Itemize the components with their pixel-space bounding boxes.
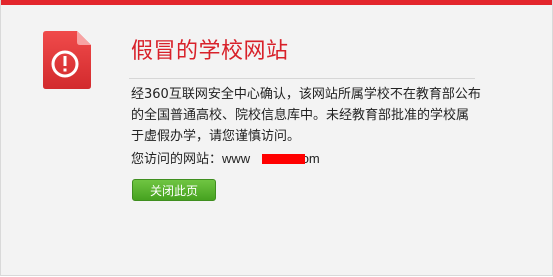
page-title: 假冒的学校网站: [131, 39, 289, 64]
visited-url: www com: [222, 148, 320, 169]
warning-message: 经360互联网安全中心确认，该网站所属学校不在教育部公布的全国普通高校、院校信息…: [131, 87, 481, 144]
url-prefix: www: [222, 151, 251, 166]
warning-document-icon: [43, 31, 91, 89]
title-divider: [129, 78, 475, 79]
visited-url-line: 您访问的网站：www com: [131, 148, 320, 170]
close-page-button[interactable]: 关闭此页: [132, 179, 216, 201]
url-label: 您访问的网站：: [131, 152, 223, 167]
warning-page: 假冒的学校网站 经360互联网安全中心确认，该网站所属学校不在教育部公布的全国普…: [0, 0, 553, 276]
top-accent-bar: [1, 0, 552, 5]
url-redaction-bar: [262, 154, 306, 164]
